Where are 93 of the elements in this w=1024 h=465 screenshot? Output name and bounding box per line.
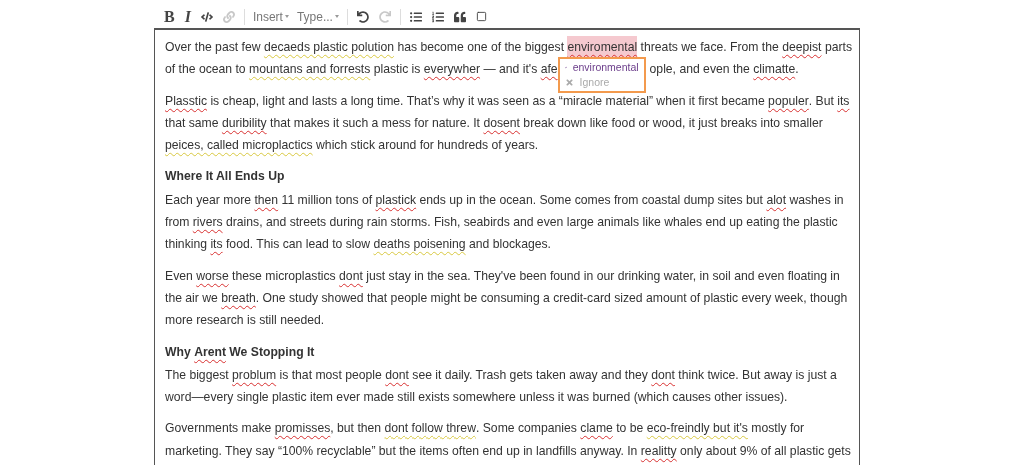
- text-run: only about 9% of all plastic gets: [679, 442, 851, 460]
- text-run: washes in: [788, 191, 844, 209]
- text-run: the air we: [165, 289, 219, 307]
- text-run: to be: [615, 420, 645, 438]
- text-run: threats we face. From the: [639, 39, 780, 56]
- text-run: more research is still needed.: [165, 312, 325, 330]
- text-run: break down like food or wood, it just breaks into smaller: [522, 114, 823, 132]
- dropdown-button[interactable]: Insert: [249, 9, 292, 24]
- misspelled-word[interactable]: its: [837, 89, 850, 112]
- dropdown-button[interactable]: Type...: [293, 9, 342, 24]
- text-run: that makes it such a mess for nature. It: [269, 114, 481, 132]
- grammar-flagged-text[interactable]: peices, called microplactics: [165, 134, 313, 157]
- editor-area[interactable]: [154, 28, 860, 465]
- misspelled-word[interactable]: breath: [221, 286, 256, 310]
- misspelled-word[interactable]: Arent: [194, 340, 226, 363]
- text-run: . Some companies: [475, 420, 578, 438]
- misspelled-word[interactable]: duribility: [221, 111, 267, 135]
- misspelled-word[interactable]: its: [210, 233, 223, 256]
- text-run: ople, and even the: [649, 61, 751, 79]
- caret-icon: [334, 15, 339, 18]
- text-run: ends up in the ocean. Some comes from coastal dump sites but: [418, 191, 764, 209]
- misspelled-word[interactable]: dont: [651, 363, 675, 387]
- text-run: is that most people: [278, 366, 383, 384]
- text-run: that same: [165, 114, 220, 132]
- text-run: — and it's: [482, 61, 539, 79]
- misspelled-word[interactable]: problum: [232, 363, 277, 387]
- italic-button[interactable]: I: [180, 6, 195, 27]
- text-run: see it daily. Trash gets taken away and they: [411, 366, 649, 384]
- misspelled-word[interactable]: dosent: [483, 111, 520, 135]
- text-run: Where It All Ends Up: [165, 168, 285, 186]
- text-run: Even: [165, 267, 194, 285]
- caret-icon: [284, 15, 289, 18]
- text-run: from: [165, 214, 191, 232]
- misspelled-word[interactable]: alot: [766, 188, 787, 212]
- undo-icon: [356, 10, 369, 23]
- text-run: parts: [823, 39, 852, 56]
- numbered-list-icon: [431, 10, 444, 23]
- quote-icon: [453, 10, 466, 23]
- redo-icon: [378, 10, 391, 23]
- misspelled-word[interactable]: realitty: [640, 439, 677, 463]
- square-icon: [475, 11, 487, 22]
- misspelled-word[interactable]: dont: [385, 363, 409, 387]
- grammar-flagged-text[interactable]: decaeds plastic polution: [263, 36, 394, 59]
- misspelled-word[interactable]: clame: [580, 417, 613, 440]
- misspelled-word[interactable]: everywher: [423, 58, 481, 81]
- misspelled-word[interactable]: Plasstic: [165, 89, 207, 112]
- link-icon: [222, 10, 235, 23]
- suggestion-item[interactable]: environmental: [559, 60, 644, 76]
- text-run: , but then: [330, 420, 383, 438]
- misspelled-word[interactable]: afe: [540, 58, 558, 81]
- text-run: Governments make: [165, 420, 273, 438]
- code-icon: [200, 10, 213, 23]
- text-run: mostly for: [750, 420, 805, 438]
- text-run: .: [795, 61, 799, 79]
- text-run: . One study showed that people might be consuming a credit-card sized amount of plastic every week, though: [255, 289, 848, 307]
- grammar-flagged-text[interactable]: deaths poisening: [373, 233, 466, 256]
- menu-item-label: Ignore: [579, 76, 610, 90]
- text-run: which stick around for hundreds of years.: [315, 137, 539, 155]
- close-icon: [564, 78, 574, 88]
- text-run: these microplastics: [231, 267, 337, 285]
- text-run: Why: [165, 343, 192, 361]
- grammar-flagged-text[interactable]: mountans and forrests: [249, 58, 371, 81]
- text-run: just stay in the sea. They've been found in our drinking water, in soil and even floating in: [365, 267, 840, 285]
- misspelled-word[interactable]: deepist: [782, 36, 822, 59]
- misspelled-word[interactable]: then: [254, 188, 279, 212]
- text-run: food. This can lead to slow: [224, 236, 372, 254]
- bulleted-list-icon: [409, 10, 422, 23]
- misspelled-word[interactable]: plastick: [375, 188, 417, 212]
- text-run: marketing. They say “100% recyclable” but the items often end up in landfills anyway. In: [165, 442, 639, 460]
- text-run: . But: [808, 92, 835, 110]
- text-run: has become one of the biggest: [396, 39, 566, 56]
- text-run: We Stopping It: [228, 343, 315, 361]
- text-run: The biggest: [165, 366, 230, 384]
- misspelled-word[interactable]: worse: [196, 264, 229, 287]
- grammar-flagged-text[interactable]: eco-freindly but it's: [646, 417, 748, 440]
- text-run: think twice. But away is just a: [677, 366, 837, 384]
- misspelled-word[interactable]: dont: [339, 264, 363, 287]
- text-run: plastic is: [372, 61, 422, 79]
- grammar-flagged-text[interactable]: dont follow threw: [384, 417, 476, 440]
- text-run: word—every single plastic item ever made still exists somewhere unless it was burned (which causes other issues).: [165, 389, 788, 407]
- text-run: Over the past few: [165, 39, 262, 56]
- bold-button[interactable]: B: [160, 6, 179, 27]
- text-run: is cheap, light and lasts a long time. That’s why it was seen as a “miracle material” when it first became: [209, 92, 766, 110]
- text-run: of the ocean to: [165, 61, 247, 79]
- text-run: 11 million tons of: [280, 191, 374, 209]
- misspelled-word[interactable]: rivers: [192, 211, 223, 234]
- text-run: and blockages.: [468, 236, 551, 254]
- menu-item-label: environmental: [572, 61, 639, 75]
- text-run: thinking: [165, 236, 208, 254]
- misspelled-word[interactable]: populer: [768, 89, 809, 112]
- text-run: drains, and streets during rain storms. Fish, seabirds and even large animals like whales end up eating the plastic: [224, 214, 838, 232]
- highlighted-misspelled-word[interactable]: enviromental: [567, 36, 638, 59]
- text-run: Each year more: [165, 191, 253, 209]
